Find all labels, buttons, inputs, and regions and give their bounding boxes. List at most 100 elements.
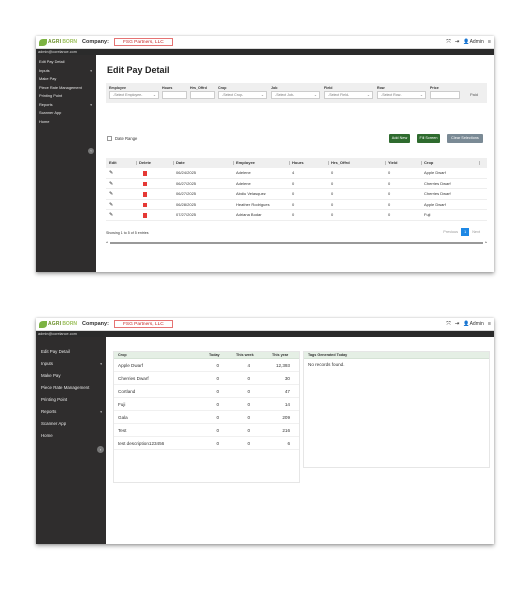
add-new-button[interactable]: Add New: [389, 134, 410, 143]
next-page-button[interactable]: Next: [469, 228, 483, 236]
horizontal-scrollbar[interactable]: ◂ ▸: [106, 240, 487, 244]
crop-name: Fuji: [118, 402, 126, 407]
tags-header: Tags Generated Today: [304, 352, 489, 359]
week-value: 0: [247, 389, 250, 394]
scroll-track[interactable]: [110, 242, 483, 244]
hamburger-icon[interactable]: ≡: [488, 39, 491, 45]
col-employee[interactable]: Employee: [236, 158, 255, 168]
sidebar-item-piece-rate[interactable]: Piece Rate Management: [36, 382, 106, 394]
hrs-offrd-input[interactable]: [190, 91, 215, 99]
crop-cell: Cherries Dwarf: [424, 180, 451, 186]
col-yield[interactable]: Yield: [388, 158, 397, 168]
employee-select[interactable]: -Select Employee- ⌄: [109, 91, 159, 99]
clear-selections-button[interactable]: Clear Selections: [447, 134, 483, 143]
user-menu[interactable]: 👤Admin: [463, 39, 483, 45]
scroll-right-icon[interactable]: ▸: [485, 240, 487, 244]
trash-icon[interactable]: [143, 213, 147, 218]
col-this-year: This year: [272, 353, 289, 357]
user-label: Admin: [469, 39, 484, 45]
sidebar-item-inputs[interactable]: Inputs ▾: [36, 358, 106, 370]
expand-icon[interactable]: ⤧: [446, 39, 450, 46]
edit-cell[interactable]: ✎: [109, 168, 113, 179]
expand-icon[interactable]: ⤧: [446, 321, 450, 328]
date-cell: 06/27/2025: [176, 180, 197, 186]
row-select[interactable]: -Select Row- ⌄: [377, 91, 426, 99]
hrs-offrd-cell: 0: [331, 170, 334, 175]
sidebar-item-inputs[interactable]: Inputs ▾: [36, 67, 96, 76]
crop-stats-row: Gala 0 0 209: [114, 411, 299, 424]
year-value: 209: [282, 415, 290, 420]
date-range-checkbox[interactable]: [107, 136, 112, 141]
current-page-button[interactable]: 1: [461, 228, 470, 236]
table-body: ✎ 06/24/2025 Adelene 4 0 0 Apple Dwarf ✎ 06/27/2…: [106, 168, 487, 221]
sidebar-item-make-pay[interactable]: Make Pay: [36, 75, 96, 84]
date-range-toggle[interactable]: Date Range: [107, 136, 137, 141]
edit-cell[interactable]: ✎: [109, 200, 113, 211]
previous-page-button[interactable]: Previous: [440, 228, 461, 236]
delete-cell[interactable]: [143, 210, 147, 222]
field-label: Field: [324, 86, 333, 90]
trash-icon[interactable]: [143, 192, 147, 197]
company-select[interactable]: FSG Partners, LLC: [113, 320, 173, 328]
sidebar-item-printing-point[interactable]: Printing Point: [36, 394, 106, 406]
trash-icon[interactable]: [143, 181, 147, 186]
logo-text-1: AGRI: [48, 39, 62, 45]
scroll-left-icon[interactable]: ◂: [106, 240, 108, 244]
fill-screen-button[interactable]: Fill Screen: [417, 134, 440, 143]
col-delete[interactable]: Delete: [139, 158, 151, 168]
sidebar-item-printing-point[interactable]: Printing Point: [36, 92, 96, 101]
week-value: 0: [247, 376, 250, 381]
field-select[interactable]: -Select Field- ⌄: [324, 91, 373, 99]
logo-text-2: BORN: [62, 321, 78, 327]
edit-cell[interactable]: ✎: [109, 189, 113, 200]
col-hours[interactable]: Hours: [292, 158, 304, 168]
sidebar-item-edit-pay-detail[interactable]: Edit Pay Detail: [36, 58, 96, 67]
hours-cell: 0: [292, 191, 295, 196]
price-input[interactable]: [430, 91, 460, 99]
sidebar-item-home[interactable]: Home: [36, 430, 106, 442]
pencil-icon[interactable]: ✎: [109, 212, 113, 218]
hamburger-icon[interactable]: ≡: [488, 321, 491, 327]
pencil-icon[interactable]: ✎: [109, 202, 113, 208]
logo[interactable]: AGRI BORN: [39, 38, 77, 47]
sidebar-item-reports[interactable]: Reports ▾: [36, 406, 106, 418]
sidebar-item-reports[interactable]: Reports ▾: [36, 101, 96, 110]
logout-icon[interactable]: ⇥: [455, 321, 460, 327]
edit-cell[interactable]: ✎: [109, 210, 113, 221]
col-hrs-offrd[interactable]: Hrs_Offrd: [331, 158, 350, 168]
hrs-offrd-cell: 0: [331, 201, 334, 207]
today-value: 0: [216, 389, 219, 394]
job-select[interactable]: -Select Job- ⌄: [271, 91, 320, 99]
trash-icon[interactable]: [143, 171, 147, 176]
pencil-icon[interactable]: ✎: [109, 181, 113, 187]
date-cell: 06/24/2025: [176, 170, 197, 175]
user-menu[interactable]: 👤Admin: [463, 321, 483, 327]
table-row: ✎ 06/27/2025 Abdiu Velasquez 0 0 0 Cherries Dw…: [106, 189, 487, 200]
sidebar-item-piece-rate[interactable]: Piece Rate Management: [36, 84, 96, 93]
tags-panel: Tags Generated Today No records found.: [303, 351, 490, 468]
col-date[interactable]: Date: [176, 158, 185, 168]
sidebar-item-scanner-app[interactable]: Scanner App: [36, 109, 96, 118]
company-select[interactable]: FSG Partners, LLC: [113, 38, 173, 46]
pencil-icon[interactable]: ✎: [109, 170, 113, 176]
sidebar-item-edit-pay-detail[interactable]: Edit Pay Detail: [36, 346, 106, 358]
today-value: 0: [216, 402, 219, 407]
logout-icon[interactable]: ⇥: [455, 39, 460, 45]
crop-name: Cortland: [118, 389, 136, 394]
sidebar-item-make-pay[interactable]: Make Pay: [36, 370, 106, 382]
col-crop[interactable]: Crop: [424, 158, 433, 168]
sidebar-item-scanner-app[interactable]: Scanner App: [36, 418, 106, 430]
pencil-icon[interactable]: ✎: [109, 191, 113, 197]
sidebar-item-home[interactable]: Home: [36, 118, 96, 127]
edit-cell[interactable]: ✎: [109, 179, 113, 190]
col-edit[interactable]: Edit: [109, 158, 117, 168]
hours-input[interactable]: [162, 91, 187, 99]
crop-select[interactable]: -Select Crop- ⌄: [218, 91, 267, 99]
logo[interactable]: AGRI BORN: [39, 320, 77, 329]
trash-icon[interactable]: [143, 202, 147, 207]
sidebar-collapse-button[interactable]: ‹: [97, 446, 104, 453]
crop-name: Test: [118, 428, 127, 433]
sidebar-collapse-button[interactable]: ‹: [88, 148, 94, 154]
paid-label[interactable]: Paid: [470, 91, 478, 98]
row-label: Row: [377, 86, 385, 90]
